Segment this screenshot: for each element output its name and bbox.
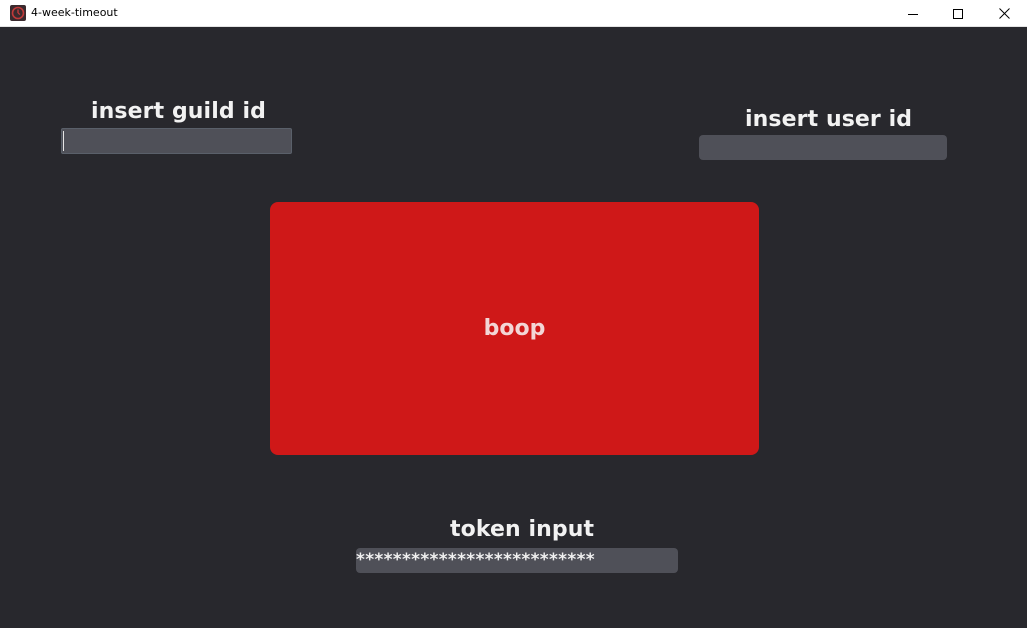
token-input-label: token input [450, 517, 595, 542]
minimize-button[interactable] [890, 0, 936, 27]
close-button[interactable] [981, 0, 1027, 27]
boop-button[interactable]: boop [270, 202, 759, 455]
token-input[interactable]: ************************** [356, 548, 678, 573]
clock-icon [10, 5, 26, 21]
close-icon [998, 8, 1010, 19]
window-title: 4-week-timeout [31, 6, 118, 19]
boop-button-label: boop [483, 315, 546, 341]
maximize-icon [953, 8, 963, 19]
guild-id-input[interactable] [61, 128, 292, 154]
guild-id-label: insert guild id [91, 99, 266, 124]
user-id-input[interactable] [699, 135, 947, 160]
minimize-icon [908, 13, 918, 15]
app-window: 4-week-timeout insert guild id insert us… [0, 0, 1027, 628]
title-bar[interactable]: 4-week-timeout [0, 0, 1027, 27]
text-caret [63, 131, 64, 151]
user-id-label: insert user id [745, 107, 913, 132]
maximize-button[interactable] [935, 0, 981, 27]
